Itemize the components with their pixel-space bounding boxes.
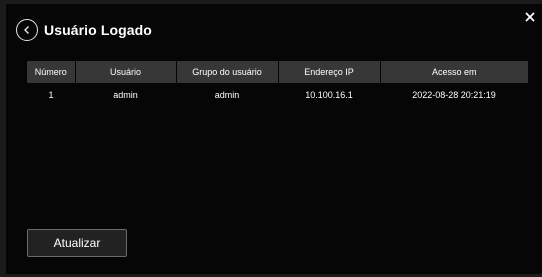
chevron-left-icon <box>24 26 29 34</box>
cell-ip-address: 10.100.16.1 <box>278 83 380 107</box>
close-button[interactable] <box>524 11 536 23</box>
column-header-user-group: Grupo do usuário <box>176 61 279 83</box>
cell-access-time: 2022-08-28 20:21:19 <box>380 83 528 107</box>
close-icon <box>525 12 535 22</box>
cell-user: admin <box>75 83 176 107</box>
column-header-ip-address: Endereço IP <box>278 61 381 83</box>
table-header-row: Número Usuário Grupo do usuário Endereço… <box>27 61 528 83</box>
column-header-number: Número <box>27 61 76 83</box>
page-title: Usuário Logado <box>44 22 152 38</box>
logged-users-table: Número Usuário Grupo do usuário Endereço… <box>27 61 528 107</box>
dialog-header: Usuário Logado <box>12 17 152 43</box>
cell-number: 1 <box>27 83 75 107</box>
column-header-user: Usuário <box>75 61 177 83</box>
refresh-button[interactable]: Atualizar <box>27 229 127 257</box>
column-header-access-time: Acesso em <box>380 61 528 83</box>
back-button[interactable] <box>16 19 38 41</box>
cell-user-group: admin <box>176 83 278 107</box>
dialog-frame: Usuário Logado Número Usuário Grupo do u… <box>0 0 542 277</box>
table-row: 1 admin admin 10.100.16.1 2022-08-28 20:… <box>27 83 528 107</box>
